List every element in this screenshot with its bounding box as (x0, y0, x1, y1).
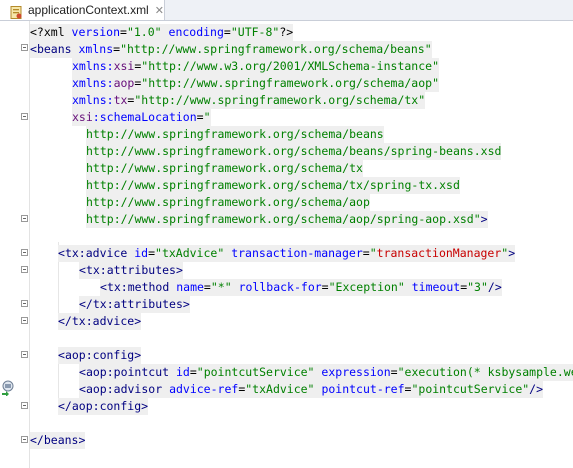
tab-application-context[interactable]: applicationContext.xml ✕ (0, 0, 165, 20)
code-editor[interactable]: <?xml version="1.0" encoding="UTF-8"?> <… (30, 21, 573, 468)
code-line-17: </tx:attributes> (79, 296, 190, 313)
code-line-22: <aop:advisor advice-ref="txAdvice" point… (79, 381, 544, 398)
code-line-5: xmlns:tx="http://www.springframework.org… (72, 92, 426, 109)
close-tab-icon[interactable]: ✕ (155, 4, 164, 17)
code-line-18: </tx:advice> (58, 313, 142, 330)
fold-marker-icon[interactable] (21, 249, 28, 256)
code-line-1: <?xml version="1.0" encoding="UTF-8"?> (30, 24, 294, 41)
fold-marker-icon[interactable] (21, 44, 28, 51)
fold-marker-icon[interactable] (21, 317, 28, 324)
code-line-7: http://www.springframework.org/schema/be… (86, 126, 384, 143)
code-line-6: xsi:schemaLocation=" (72, 109, 211, 126)
tab-label: applicationContext.xml (28, 3, 149, 17)
code-line-12: http://www.springframework.org/schema/ao… (86, 211, 488, 228)
fold-marker-icon[interactable] (21, 300, 28, 307)
editor-tab-bar: applicationContext.xml ✕ (0, 0, 573, 21)
code-line-21: <aop:pointcut id="pointcutService" expre… (79, 364, 573, 381)
code-line-10: http://www.springframework.org/schema/tx… (86, 177, 460, 194)
code-line-9: http://www.springframework.org/schema/tx (86, 160, 363, 177)
xml-file-icon (10, 4, 23, 19)
code-line-16: <tx:method name="*" rollback-for="Except… (100, 279, 502, 296)
code-line-15: <tx:attributes> (79, 262, 183, 279)
code-line-8: http://www.springframework.org/schema/be… (86, 143, 502, 160)
fold-marker-icon[interactable] (21, 113, 28, 120)
aop-navigation-icon[interactable] (0, 380, 16, 396)
fold-marker-icon[interactable] (21, 215, 28, 222)
fold-marker-icon[interactable] (21, 266, 28, 273)
code-line-4: xmlns:aop="http://www.springframework.or… (72, 75, 439, 92)
code-line-23: </aop:config> (58, 398, 149, 415)
fold-marker-icon[interactable] (21, 436, 28, 443)
code-line-11: http://www.springframework.org/schema/ao… (86, 194, 370, 211)
code-line-25: </beans> (30, 432, 86, 449)
editor-gutter (0, 21, 30, 468)
code-line-14: <tx:advice id="txAdvice" transaction-man… (58, 245, 516, 262)
fold-marker-icon[interactable] (21, 351, 28, 358)
fold-marker-icon[interactable] (21, 402, 28, 409)
code-line-2: <beans xmlns="http://www.springframework… (30, 41, 432, 58)
code-line-20: <aop:config> (58, 347, 142, 364)
code-line-3: xmlns:xsi="http://www.w3.org/2001/XMLSch… (72, 58, 439, 75)
